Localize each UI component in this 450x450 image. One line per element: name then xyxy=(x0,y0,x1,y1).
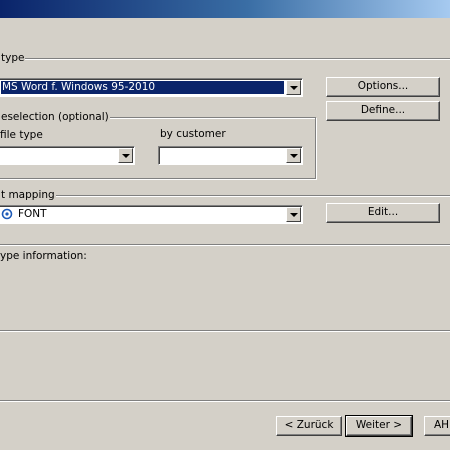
footer-separator xyxy=(0,400,450,402)
preselection-customer-dropdown-button[interactable] xyxy=(286,148,301,163)
preselection-customer-value xyxy=(161,149,284,162)
file-type-value: MS Word f. Windows 95-2010 xyxy=(1,81,284,94)
preselection-customer-label: by customer xyxy=(160,128,226,140)
mapping-group-line xyxy=(0,195,450,197)
define-button[interactable]: Define... xyxy=(326,101,440,121)
file-type-dropdown-button[interactable] xyxy=(286,80,301,95)
file-type-group-line xyxy=(0,58,450,60)
preselection-group-label: eselection (optional) xyxy=(0,111,110,123)
next-button[interactable]: Weiter > xyxy=(345,415,413,437)
info-separator-top xyxy=(0,244,450,246)
file-type-combo[interactable]: MS Word f. Windows 95-2010 xyxy=(0,78,303,97)
info-separator-bottom xyxy=(0,330,450,332)
chevron-down-icon xyxy=(289,212,298,217)
back-button[interactable]: < Zurück xyxy=(276,416,342,436)
type-information-label: ype information: xyxy=(0,250,87,262)
preselection-customer-combo[interactable] xyxy=(158,146,303,165)
chevron-down-icon xyxy=(289,85,298,90)
file-type-group-label: type xyxy=(0,52,26,64)
preselection-file-type-label: file type xyxy=(0,129,43,141)
options-button[interactable]: Options... xyxy=(326,77,440,97)
edit-button[interactable]: Edit... xyxy=(326,203,440,223)
mapping-dropdown-button[interactable] xyxy=(286,207,301,222)
preselection-file-type-value xyxy=(1,149,116,162)
mapping-combo[interactable]: FONT xyxy=(0,205,303,224)
preselection-file-type-combo[interactable] xyxy=(0,146,135,165)
preselection-file-type-dropdown-button[interactable] xyxy=(118,148,133,163)
mapping-value: FONT xyxy=(18,208,47,220)
mapping-group-label: t mapping xyxy=(0,189,56,201)
title-bar xyxy=(0,0,450,18)
font-icon xyxy=(1,208,13,220)
chevron-down-icon xyxy=(121,153,130,158)
cancel-button[interactable]: AH xyxy=(424,416,450,436)
chevron-down-icon xyxy=(289,153,298,158)
